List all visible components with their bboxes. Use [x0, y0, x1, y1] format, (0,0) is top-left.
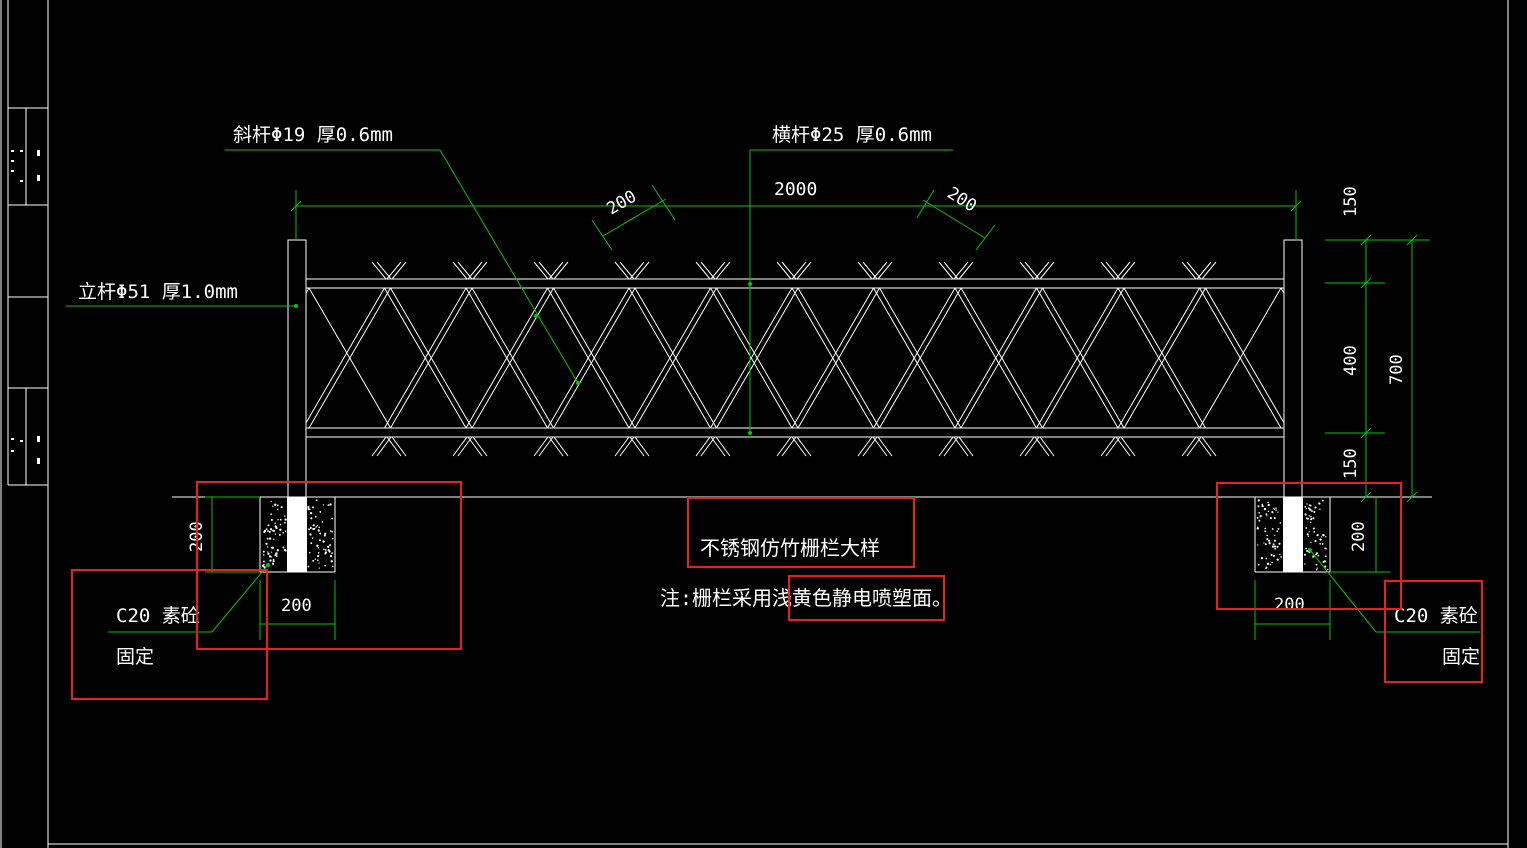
footing-left-fixing: 固定 [116, 646, 154, 668]
post-label: 立杆Φ51 厚1.0mm [78, 281, 238, 303]
diagonal-spacing-left-dimension: 200 [604, 187, 641, 220]
total-height-dimension: 700 [1387, 354, 1407, 385]
leader-dots [266, 282, 1312, 567]
overall-length-dimension: 2000 [774, 179, 817, 200]
diagonal-lattice [305, 287, 1285, 429]
footing-left-material: C20 素砼 [116, 605, 200, 627]
horizontal-rails [306, 278, 1284, 438]
footing-right-fixing: 固定 [1442, 646, 1480, 668]
cad-drawing-canvas: 斜杆Φ19 厚0.6mm 横杆Φ25 厚0.6mm 立杆Φ51 厚1.0mm 2… [0, 0, 1509, 848]
footing-depth-right-dimension: 200 [1349, 521, 1369, 552]
footing-right-material: C20 素砼 [1394, 605, 1478, 627]
footing-width-left-dimension: 200 [281, 596, 312, 616]
bottom-margin-dimension: 150 [1341, 448, 1361, 479]
footing-width-right-dimension: 200 [1274, 595, 1305, 615]
top-margin-dimension: 150 [1341, 186, 1361, 217]
middle-height-dimension: 400 [1341, 345, 1361, 376]
annotation-box-left-label [71, 569, 268, 700]
drawing-title: 不锈钢仿竹栅栏大样 [700, 536, 880, 560]
left-post [287, 239, 307, 498]
horizontal-rod-label: 横杆Φ25 厚0.6mm [772, 124, 932, 146]
drawing-note: 注:栅栏采用浅黄色静电喷塑面。 [660, 586, 952, 610]
right-post [1283, 239, 1303, 498]
left-footing [259, 497, 336, 573]
diagonal-rod-label: 斜杆Φ19 厚0.6mm [233, 124, 393, 146]
diagonal-spacing-right-dimension: 200 [943, 183, 980, 216]
annotation-box-right-footing [1216, 482, 1402, 610]
drawing-frame [0, 0, 1509, 848]
